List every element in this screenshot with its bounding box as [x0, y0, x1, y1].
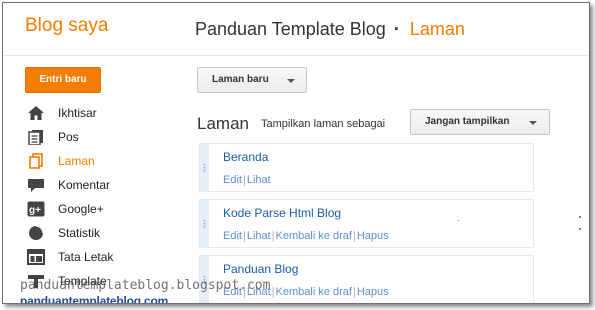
watermark-site: panduantemplateblog.com: [20, 294, 169, 304]
current-section-title: Laman: [409, 19, 465, 39]
drag-handle[interactable]: [200, 200, 209, 247]
sidebar-item-statistik[interactable]: Statistik: [27, 222, 167, 246]
sidebar-item-label: Google+: [58, 202, 104, 216]
sidebar-item-ikhtisar[interactable]: Ikhtisar: [27, 102, 167, 126]
artifact-dot: [579, 216, 581, 218]
page-list-item: Beranda Edit|Lihat: [199, 143, 534, 192]
page-edit-link[interactable]: Edit: [223, 174, 242, 186]
brand-logo-text[interactable]: Blog saya: [25, 15, 108, 37]
drag-dots-icon: [203, 219, 206, 229]
sidebar-item-tata-letak[interactable]: Tata Letak: [27, 246, 167, 270]
sidebar-item-label: Komentar: [58, 178, 111, 192]
sidebar-item-google-plus[interactable]: g+ Google+: [27, 198, 167, 222]
chevron-down-icon: [287, 79, 295, 83]
blogger-dashboard: Blog saya Panduan Template Blog · Laman En…: [2, 2, 590, 304]
blog-title[interactable]: Panduan Template Blog: [195, 19, 386, 39]
page-actions: Edit|Lihat|Kembali ke draf|Hapus: [223, 230, 389, 242]
page-revert-draft-link[interactable]: Kembali ke draf: [276, 230, 352, 242]
page-title-link[interactable]: Beranda: [223, 150, 268, 164]
sidebar-item-pos[interactable]: Pos: [27, 126, 167, 150]
show-pages-dropdown[interactable]: Jangan tampilkan: [410, 109, 550, 135]
page-actions: Edit|Lihat: [223, 174, 271, 186]
page-revert-draft-link[interactable]: Kembali ke draf: [276, 286, 352, 298]
new-post-button[interactable]: Entri baru: [25, 67, 101, 93]
svg-text:g+: g+: [29, 205, 41, 216]
page-view-link[interactable]: Lihat: [247, 230, 271, 242]
new-page-button[interactable]: Laman baru: [197, 67, 307, 93]
sidebar-item-label: Ikhtisar: [58, 106, 97, 120]
artifact-dot: [579, 228, 581, 230]
pages-section-title: Laman: [197, 114, 249, 133]
new-page-button-label: Laman baru: [212, 74, 269, 85]
page-delete-link[interactable]: Hapus: [357, 286, 389, 298]
layout-icon: [27, 249, 45, 265]
show-pages-label: Tampilkan laman sebagai: [261, 118, 386, 130]
sidebar-item-komentar[interactable]: Komentar: [27, 174, 167, 198]
page-title-link[interactable]: Kode Parse Html Blog: [223, 206, 341, 220]
breadcrumb: Panduan Template Blog · Laman: [195, 19, 465, 40]
home-icon: [27, 105, 45, 121]
artifact-dot: [458, 220, 459, 221]
pages-icon: [27, 153, 45, 169]
drag-handle[interactable]: [200, 144, 209, 191]
watermark-url: panduantemplateblog.blogspot.com: [20, 278, 271, 293]
sidebar-item-label: Pos: [58, 130, 79, 144]
chevron-down-icon: [529, 121, 537, 125]
show-pages-dropdown-value: Jangan tampilkan: [425, 116, 510, 127]
stats-icon: [27, 225, 45, 241]
page-delete-link[interactable]: Hapus: [357, 230, 389, 242]
posts-icon: [27, 129, 45, 145]
sidebar-nav: Ikhtisar Pos Laman Komentar g+ Google+ S…: [27, 102, 167, 294]
breadcrumb-separator: ·: [393, 19, 400, 39]
page-edit-link[interactable]: Edit: [223, 230, 242, 242]
drag-dots-icon: [203, 163, 206, 173]
header: Blog saya Panduan Template Blog · Laman: [3, 3, 589, 56]
sidebar-item-label: Tata Letak: [58, 250, 114, 264]
sidebar-item-label: Laman: [58, 154, 95, 168]
google-plus-icon: g+: [27, 201, 45, 217]
sidebar-item-label: Statistik: [58, 226, 101, 240]
sidebar-item-laman[interactable]: Laman: [27, 150, 167, 174]
comment-icon: [27, 177, 45, 193]
page-title-link[interactable]: Panduan Blog: [223, 262, 298, 276]
page-view-link[interactable]: Lihat: [247, 174, 271, 186]
page-list-item: Kode Parse Html Blog Edit|Lihat|Kembali …: [199, 199, 534, 248]
